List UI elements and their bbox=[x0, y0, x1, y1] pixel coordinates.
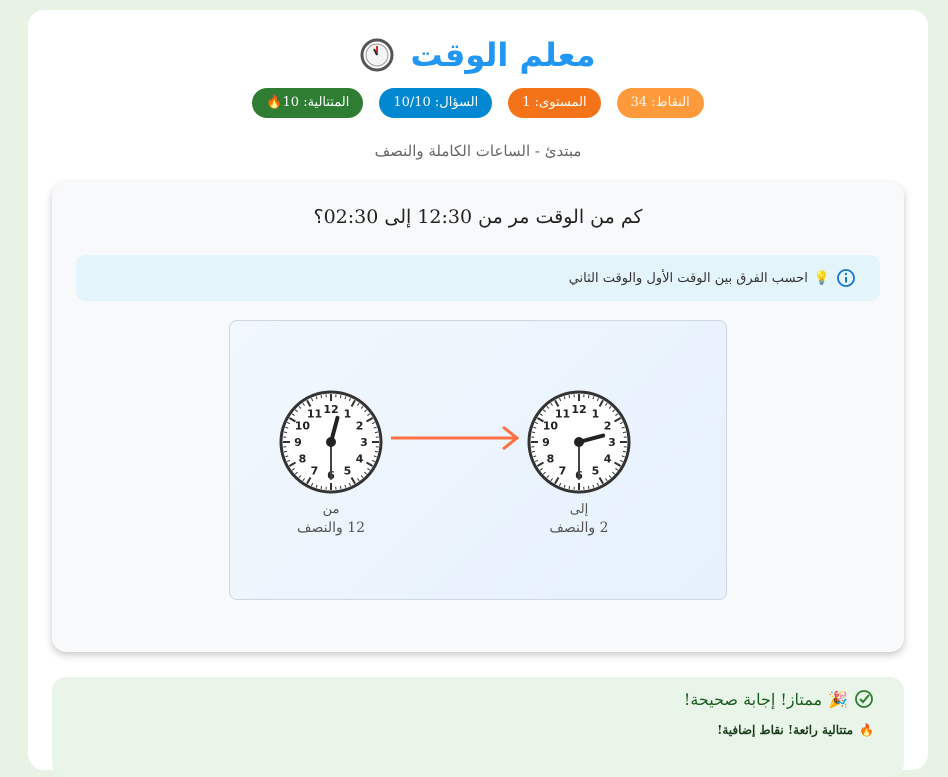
clocks-panel: 123456789101112 من 12 والنصف 12345678910… bbox=[229, 320, 727, 600]
from-time: 12 والنصف bbox=[276, 519, 386, 537]
clock-numeral: 10 bbox=[295, 420, 311, 433]
clock-numeral: 1 bbox=[344, 407, 352, 420]
from-clock: 123456789101112 bbox=[276, 387, 386, 497]
clock-tick bbox=[532, 451, 535, 452]
clock-numeral: 7 bbox=[311, 465, 319, 478]
clock-tick bbox=[284, 451, 287, 452]
to-clock-wrap: 123456789101112 إلى 2 والنصف bbox=[524, 387, 634, 537]
clock-numeral: 5 bbox=[592, 465, 600, 478]
lightbulb-icon: 💡 bbox=[814, 271, 830, 286]
feedback-main: 🎉 ممتاز! إجابة صحيحة! bbox=[684, 689, 874, 709]
clock-tick bbox=[532, 432, 535, 433]
clock-numeral: 4 bbox=[356, 453, 364, 466]
clock-tick bbox=[588, 395, 589, 398]
clock-numeral: 3 bbox=[608, 436, 616, 449]
clock-tick bbox=[375, 432, 378, 433]
info-icon bbox=[836, 268, 856, 288]
app-title: معلم الوقت bbox=[410, 36, 595, 74]
hint-box: 💡 احسب الفرق بين الوقت الأول والوقت الثا… bbox=[76, 255, 880, 301]
main-card: معلم الوقت النقاط: 34 المستوى: 1 السؤال:… bbox=[28, 10, 928, 770]
clock-numeral: 1 bbox=[592, 407, 600, 420]
clock-tick bbox=[340, 486, 341, 489]
feedback-streak: 🔥 متتالية رائعة! نقاط إضافية! bbox=[717, 723, 874, 737]
clock-center bbox=[574, 437, 584, 447]
points-badge: النقاط: 34 bbox=[617, 88, 704, 118]
streak-message: متتالية رائعة! نقاط إضافية! bbox=[717, 723, 853, 737]
party-icon: 🎉 bbox=[828, 690, 848, 709]
app-header: معلم الوقت bbox=[28, 36, 928, 74]
to-time: 2 والنصف bbox=[524, 519, 634, 537]
stats-bar: النقاط: 34 المستوى: 1 السؤال: 10/10 المت… bbox=[28, 88, 928, 118]
clock-numeral: 7 bbox=[559, 465, 567, 478]
clock-tick bbox=[588, 486, 589, 489]
clock-tick bbox=[321, 395, 322, 398]
clock-numeral: 8 bbox=[299, 453, 307, 466]
clock-numeral: 5 bbox=[344, 465, 352, 478]
clock-tick bbox=[375, 451, 378, 452]
clock-center bbox=[326, 437, 336, 447]
clock-numeral: 10 bbox=[543, 420, 559, 433]
from-label: من bbox=[276, 501, 386, 519]
question-text: كم من الوقت مر من 12:30 إلى 02:30؟ bbox=[52, 206, 904, 228]
clock-tick bbox=[623, 432, 626, 433]
clock-tick bbox=[284, 432, 287, 433]
clock-numeral: 11 bbox=[555, 407, 570, 420]
clock-numeral: 4 bbox=[604, 453, 612, 466]
clock-numeral: 3 bbox=[360, 436, 368, 449]
streak-badge: المتتالية: 10🔥 bbox=[252, 88, 363, 118]
feedback-text: ممتاز! إجابة صحيحة! bbox=[684, 690, 822, 709]
clock-numeral: 12 bbox=[571, 403, 586, 416]
clock-numeral: 12 bbox=[323, 403, 338, 416]
question-badge: السؤال: 10/10 bbox=[379, 88, 492, 118]
from-clock-wrap: 123456789101112 من 12 والنصف bbox=[276, 387, 386, 537]
clock-tick bbox=[569, 395, 570, 398]
clock-numeral: 2 bbox=[356, 420, 364, 433]
clock-numeral: 11 bbox=[307, 407, 322, 420]
clock-icon bbox=[360, 38, 394, 72]
check-circle-icon bbox=[854, 689, 874, 709]
arrow-icon bbox=[387, 423, 523, 453]
to-label: إلى bbox=[524, 501, 634, 519]
clock-tick bbox=[340, 395, 341, 398]
clock-tick bbox=[623, 451, 626, 452]
clock-numeral: 2 bbox=[604, 420, 612, 433]
to-clock: 123456789101112 bbox=[524, 387, 634, 497]
question-card: كم من الوقت مر من 12:30 إلى 02:30؟ 💡 احس… bbox=[52, 182, 904, 652]
clock-tick bbox=[569, 486, 570, 489]
clock-tick bbox=[321, 486, 322, 489]
clock-numeral: 9 bbox=[542, 436, 550, 449]
level-badge: المستوى: 1 bbox=[508, 88, 600, 118]
level-subtitle: مبتدئ - الساعات الكاملة والنصف bbox=[28, 142, 928, 160]
fire-icon: 🔥 bbox=[859, 723, 874, 737]
clock-numeral: 8 bbox=[547, 453, 555, 466]
feedback-box: 🎉 ممتاز! إجابة صحيحة! 🔥 متتالية رائعة! ن… bbox=[52, 677, 904, 777]
hint-text: احسب الفرق بين الوقت الأول والوقت الثاني bbox=[569, 271, 808, 286]
clock-numeral: 9 bbox=[294, 436, 302, 449]
